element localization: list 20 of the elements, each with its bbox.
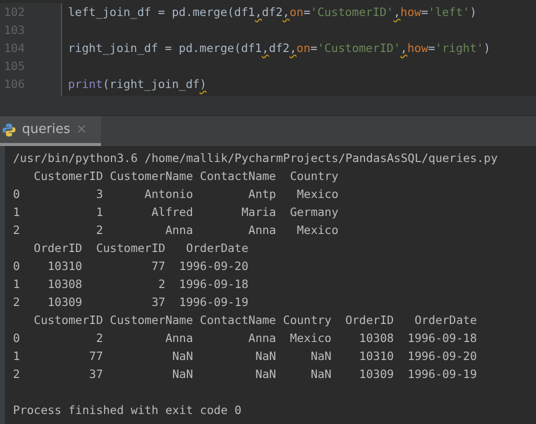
console-output-line: 0 2 Anna Anna Mexico 10308 1996-09-18 — [13, 331, 477, 345]
console-output-line: /usr/bin/python3.6 /home/mallik/PycharmProjects/PandasAsSQL/queries.py — [13, 151, 498, 165]
run-tab[interactable]: queries × — [0, 116, 102, 146]
console-output-line: 2 2 Anna Anna Mexico — [13, 223, 338, 237]
code-line: left_join_df = pd.merge(df1,df2,on='CustomerID',how='left') — [68, 5, 477, 19]
console-output-line: 0 3 Antonio Antp Mexico — [13, 187, 338, 201]
exit-message: Process finished with exit code 0 — [13, 403, 242, 417]
console-output-line: 0 10310 77 1996-09-20 — [13, 259, 248, 273]
console-output-line: 2 10309 37 1996-09-19 — [13, 295, 248, 309]
splitter-bar[interactable] — [0, 96, 536, 115]
console-output-line: OrderID CustomerID OrderDate — [32, 241, 248, 255]
console-output-line: 1 10308 2 1996-09-18 — [13, 277, 248, 291]
console-output-line: CustomerID CustomerName ContactName Country OrderID OrderDate — [32, 313, 477, 327]
console-output-line: 1 77 NaN NaN NaN 10310 1996-09-20 — [13, 349, 477, 363]
console-output-line: 2 37 NaN NaN NaN 10309 1996-09-19 — [13, 367, 477, 381]
code-line: print(right_join_df) — [68, 77, 206, 91]
code-line: right_join_df = pd.merge(df1,df2,on='CustomerID',how='right') — [68, 41, 490, 55]
console-output-line: CustomerID CustomerName ContactName Country — [32, 169, 338, 183]
console-output-line: 1 1 Alfred Maria Germany — [13, 205, 338, 219]
python-icon — [2, 122, 16, 136]
